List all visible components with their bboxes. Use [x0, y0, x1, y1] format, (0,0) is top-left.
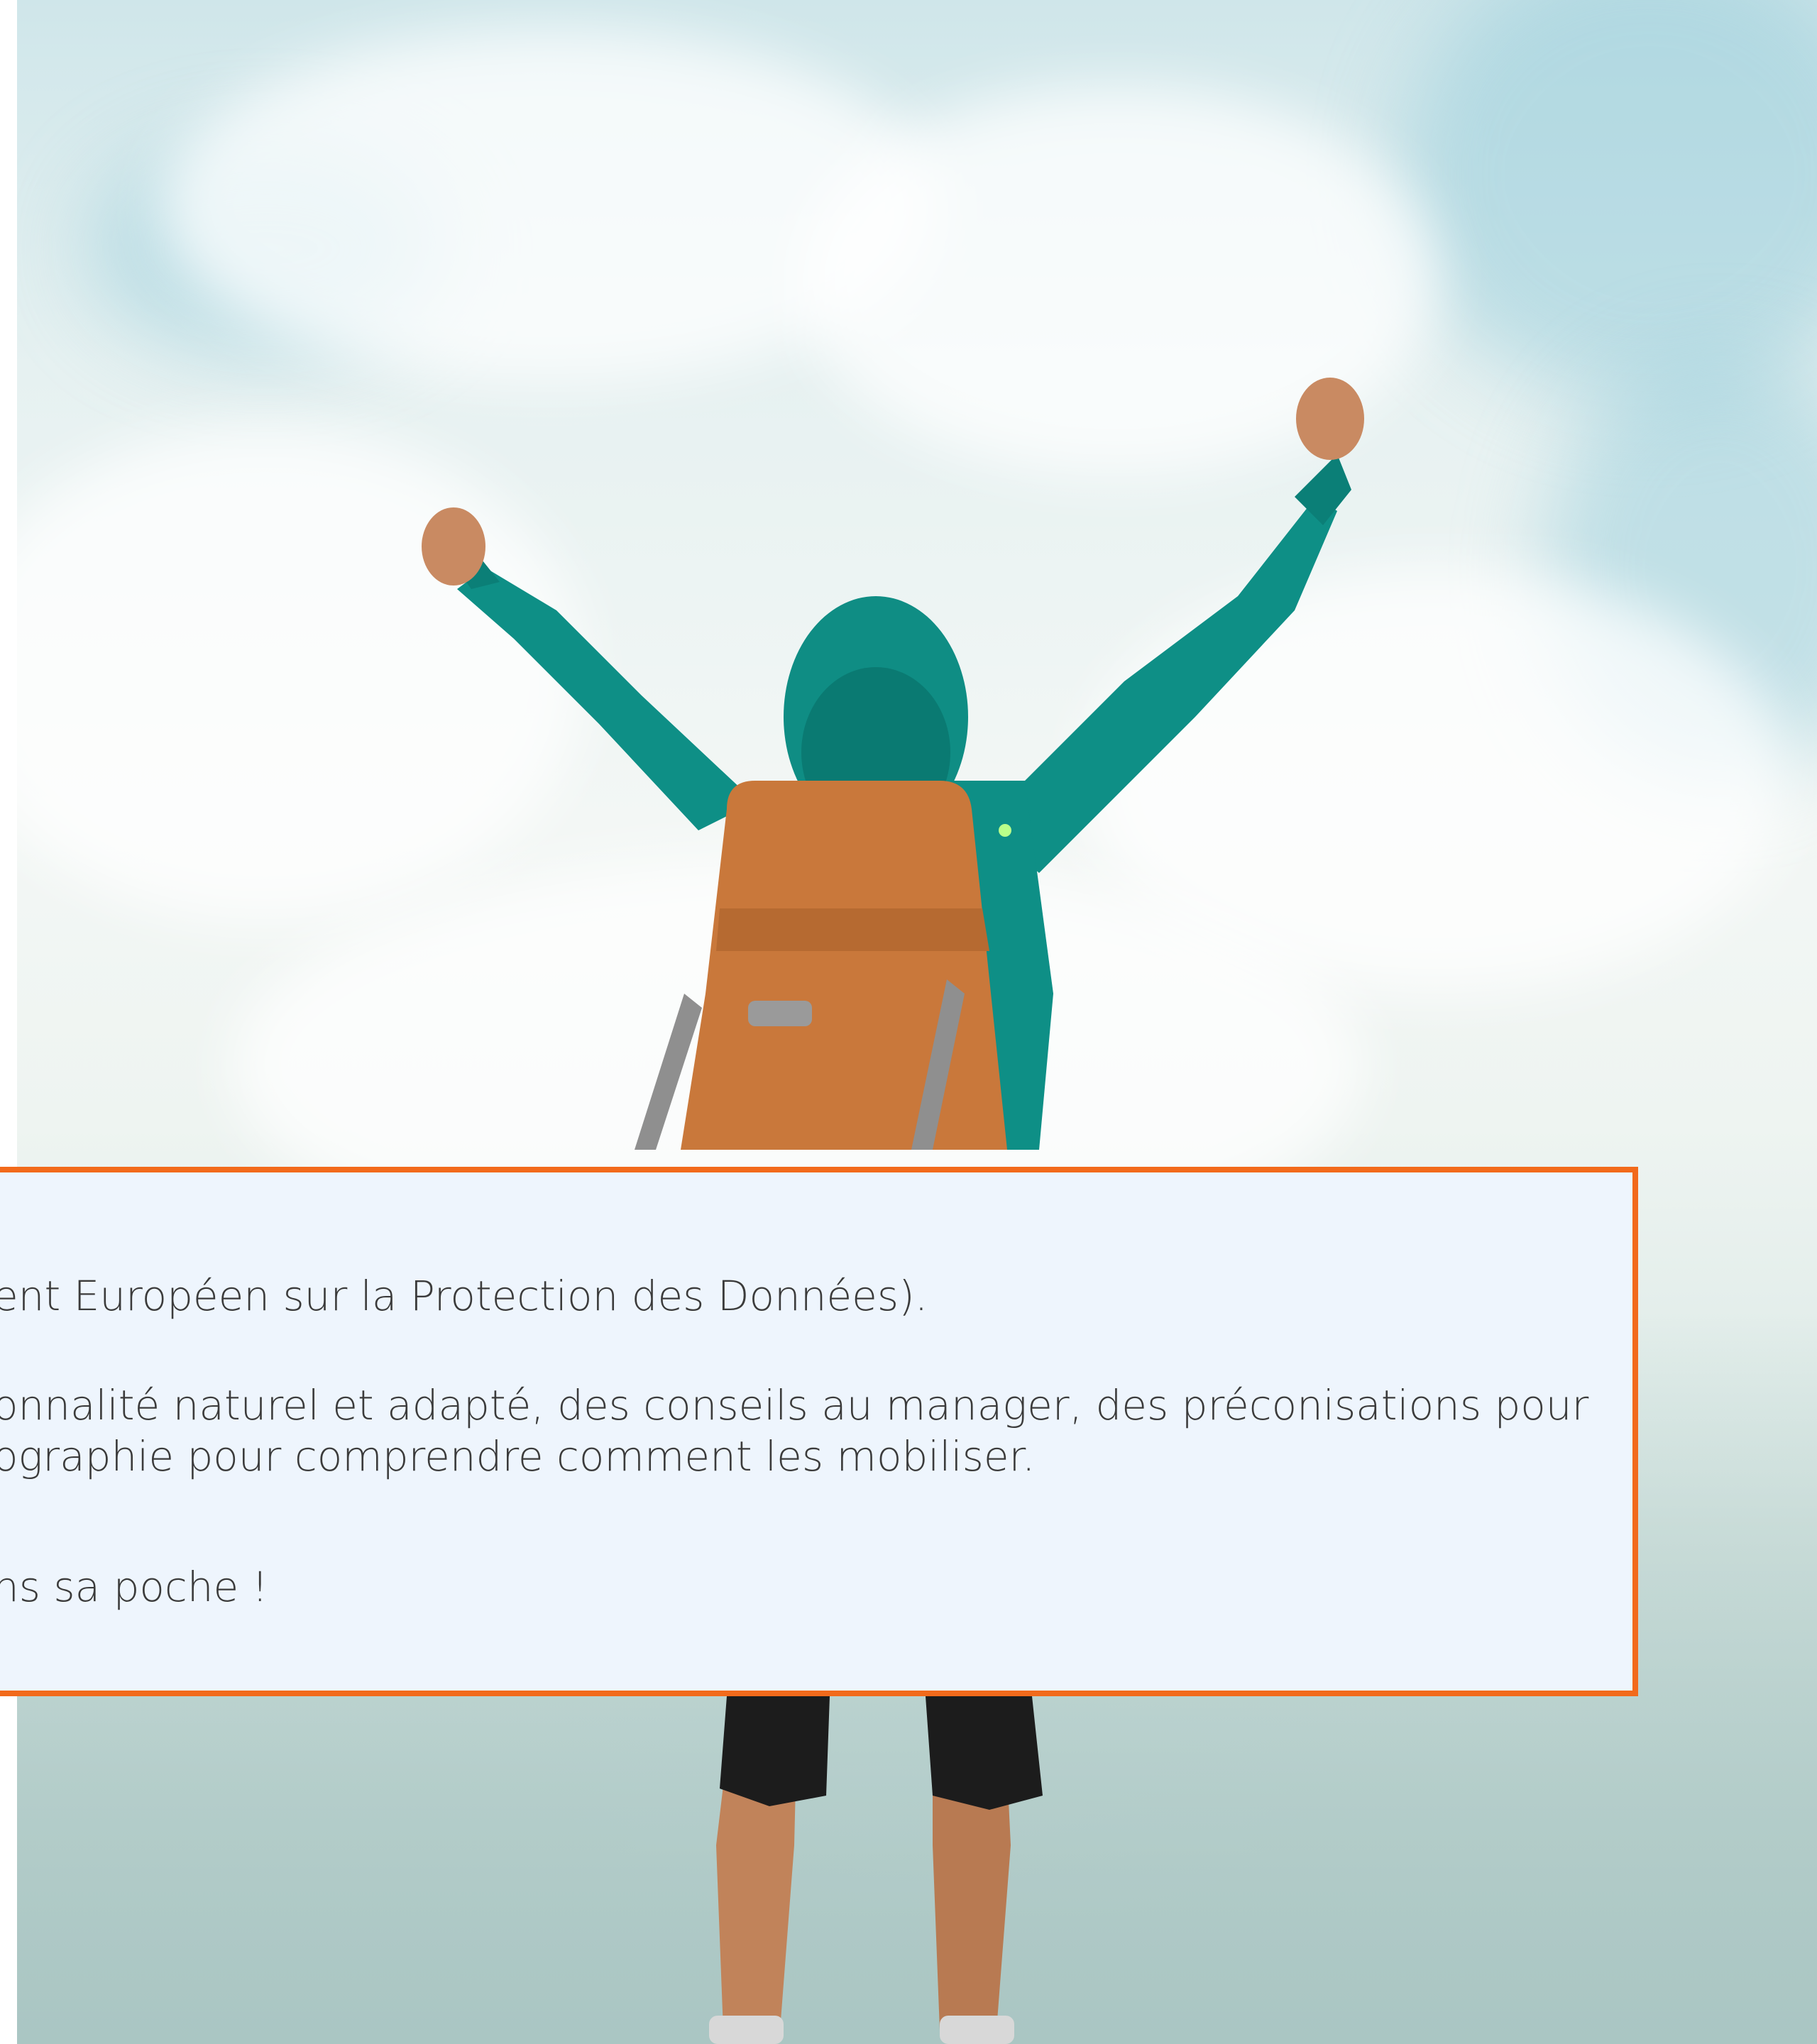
hiker-celebrating-icon	[422, 378, 1364, 2044]
page: ent Européen sur la Protection des Donné…	[0, 0, 1817, 2044]
panel-text-line-2: onnalité naturel et adapté, des conseils…	[0, 1381, 1589, 1429]
hero-image	[17, 0, 1817, 2044]
info-panel: ent Européen sur la Protection des Donné…	[0, 1167, 1638, 1696]
panel-text-line-3: ographie pour comprendre comment les mob…	[0, 1432, 1036, 1480]
panel-text-line-4: ns sa poche !	[0, 1563, 268, 1611]
panel-text-line-1: ent Européen sur la Protection des Donné…	[0, 1272, 928, 1320]
